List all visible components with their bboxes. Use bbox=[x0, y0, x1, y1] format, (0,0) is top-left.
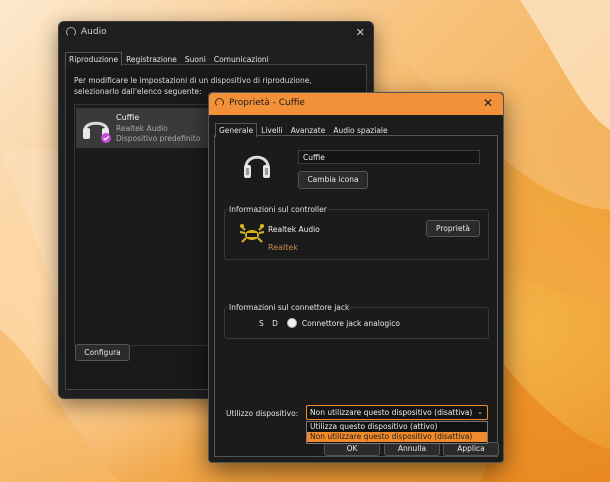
close-icon[interactable]: ✕ bbox=[356, 27, 365, 38]
jack-side-label: S D bbox=[259, 318, 281, 328]
device-status: Dispositivo predefinito bbox=[116, 134, 201, 143]
headphones-icon bbox=[83, 121, 111, 143]
headphones-icon bbox=[244, 155, 270, 178]
change-icon-button[interactable]: Cambia icona bbox=[298, 171, 368, 189]
usage-option-disable[interactable]: Non utilizzare questo dispositivo (disat… bbox=[307, 432, 487, 442]
device-driver: Realtek Audio bbox=[116, 124, 168, 133]
tab-registrazione[interactable]: Registrazione bbox=[122, 52, 181, 66]
cancel-button[interactable]: Annulla bbox=[384, 442, 440, 456]
tab-suoni[interactable]: Suoni bbox=[181, 52, 210, 66]
speaker-icon bbox=[66, 27, 76, 37]
device-row-cuffie[interactable]: Cuffie Realtek Audio Dispositivo predefi… bbox=[76, 108, 209, 148]
audio-title-bar[interactable]: Audio ✕ bbox=[59, 22, 373, 44]
jack-indicator bbox=[286, 318, 297, 328]
jack-info-row: S D Connettore jack analogico bbox=[259, 318, 400, 328]
audio-window-title: Audio bbox=[81, 27, 107, 37]
device-usage-select[interactable]: Non utilizzare questo dispositivo (disat… bbox=[306, 405, 488, 420]
audio-tabs: Riproduzione Registrazione Suoni Comunic… bbox=[65, 52, 273, 66]
apply-button[interactable]: Applica bbox=[443, 442, 499, 456]
device-usage-dropdown[interactable]: Utilizza questo dispositivo (attivo) Non… bbox=[306, 421, 488, 444]
device-usage-selected: Non utilizzare questo dispositivo (disat… bbox=[310, 408, 473, 417]
tab-audio-spaziale[interactable]: Audio spaziale bbox=[329, 123, 391, 137]
controller-group-title: Informazioni sul controller bbox=[228, 205, 328, 214]
chevron-down-icon: ⌄ bbox=[477, 408, 483, 416]
usage-option-enable[interactable]: Utilizza questo dispositivo (attivo) bbox=[307, 422, 487, 432]
jack-connector-label: Connettore jack analogico bbox=[301, 318, 400, 328]
controller-brand: Realtek bbox=[268, 243, 298, 252]
speaker-icon bbox=[215, 98, 224, 107]
tab-riproduzione[interactable]: Riproduzione bbox=[65, 52, 123, 66]
ok-button[interactable]: OK bbox=[324, 442, 380, 456]
configure-button[interactable]: Configura bbox=[75, 344, 130, 361]
properties-title-bar[interactable]: Proprietà - Cuffie ✕ bbox=[209, 93, 503, 115]
properties-tabs: Generale Livelli Avanzate Audio spaziale bbox=[215, 123, 392, 137]
realtek-crab-icon bbox=[239, 224, 265, 243]
tab-livelli[interactable]: Livelli bbox=[257, 123, 287, 137]
jack-group-title: Informazioni sul connettore jack bbox=[228, 303, 351, 312]
tab-comunicazioni[interactable]: Comunicazioni bbox=[210, 52, 273, 66]
controller-name: Realtek Audio bbox=[268, 225, 320, 234]
tab-generale[interactable]: Generale bbox=[215, 123, 258, 137]
close-icon[interactable]: ✕ bbox=[483, 97, 493, 109]
device-name: Cuffie bbox=[116, 113, 140, 122]
properties-window-title: Proprietà - Cuffie bbox=[229, 98, 305, 108]
controller-properties-button[interactable]: Proprietà bbox=[426, 220, 480, 237]
device-name-input[interactable]: Cuffie bbox=[298, 150, 480, 164]
device-usage-label: Utilizzo dispositivo: bbox=[226, 409, 299, 418]
tab-avanzate[interactable]: Avanzate bbox=[287, 123, 330, 137]
